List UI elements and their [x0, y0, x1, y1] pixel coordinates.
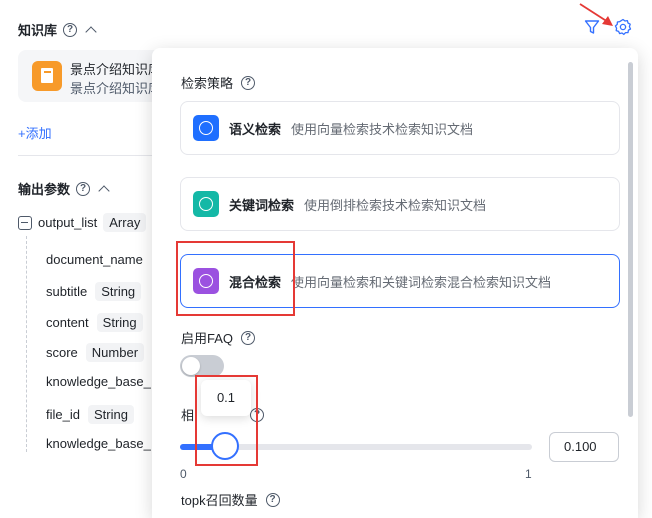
output-field: file_id String	[46, 405, 134, 424]
annotation-box-hybrid	[176, 241, 295, 316]
semantic-search-icon	[193, 115, 219, 141]
field-type: String	[87, 405, 134, 424]
annotation-box-slider	[195, 375, 258, 466]
add-knowledge-link[interactable]: +添加	[18, 123, 52, 142]
output-params-title: 输出参数	[18, 182, 71, 197]
field-name: knowledge_base_	[46, 436, 151, 451]
strategy-label-row: 检索策略 ?	[181, 73, 256, 92]
output-field: content String	[46, 313, 143, 332]
field-type: String	[96, 313, 143, 332]
mode-name: 语义检索	[229, 122, 282, 137]
output-list-row: output_list Array	[18, 213, 147, 232]
output-list-type: Array	[103, 213, 147, 232]
output-field: knowledge_base_	[46, 436, 151, 451]
faq-toggle[interactable]	[180, 355, 224, 377]
slider-max-label: 1	[525, 467, 532, 481]
help-icon[interactable]: ?	[63, 22, 78, 37]
chevron-up-icon[interactable]	[85, 25, 97, 38]
output-params-header: 输出参数 ?	[18, 179, 110, 198]
keyword-search-option[interactable]: 关键词检索 使用倒排检索技术检索知识文档	[180, 177, 620, 231]
help-icon[interactable]: ?	[241, 75, 256, 90]
strategy-label: 检索策略	[181, 76, 234, 91]
field-type: Number	[85, 343, 145, 362]
semantic-search-option[interactable]: 语义检索 使用向量检索技术检索知识文档	[180, 101, 620, 155]
book-icon	[32, 61, 62, 91]
topk-label-row: topk召回数量 ?	[181, 490, 280, 509]
faq-label-row: 启用FAQ ?	[181, 328, 256, 347]
toggle-knob	[182, 357, 200, 375]
output-list-name: output_list	[38, 215, 98, 230]
field-name: knowledge_base_	[46, 374, 151, 389]
annotation-arrow-icon	[579, 3, 613, 26]
field-name: score	[46, 345, 78, 360]
output-field: document_name	[46, 252, 143, 267]
field-name: document_name	[46, 252, 143, 267]
mode-description: 使用向量检索和关键词检索混合检索知识文档	[291, 275, 552, 290]
field-name: subtitle	[46, 284, 88, 299]
help-icon[interactable]: ?	[76, 181, 91, 196]
faq-label: 启用FAQ	[181, 331, 234, 346]
knowledge-base-title: 知识库	[18, 23, 58, 38]
output-field: subtitle String	[46, 282, 142, 301]
field-type: String	[95, 282, 142, 301]
collapse-icon[interactable]	[18, 215, 32, 230]
chevron-up-icon[interactable]	[98, 184, 110, 197]
mode-name: 关键词检索	[229, 198, 295, 213]
knowledge-base-card-subtitle: 景点介绍知识库	[70, 81, 162, 96]
knowledge-base-card-title: 景点介绍知识库	[70, 62, 162, 77]
topk-label: topk召回数量	[181, 493, 258, 508]
mode-description: 使用向量检索技术检索知识文档	[291, 122, 474, 137]
knowledge-base-header: 知识库 ?	[18, 20, 97, 39]
mode-description: 使用倒排检索技术检索知识文档	[304, 198, 487, 213]
popover-scrollbar[interactable]	[628, 62, 633, 417]
similarity-value-input[interactable]: 0.100	[549, 432, 619, 462]
output-field: knowledge_base_	[46, 374, 151, 389]
similarity-label: 相	[181, 408, 195, 423]
tree-line	[26, 236, 27, 452]
help-icon[interactable]: ?	[241, 330, 256, 345]
output-field: score Number	[46, 343, 145, 362]
help-icon[interactable]: ?	[265, 492, 280, 507]
slider-min-label: 0	[180, 467, 187, 481]
field-name: file_id	[46, 407, 80, 422]
keyword-search-icon	[193, 191, 219, 217]
field-name: content	[46, 315, 89, 330]
